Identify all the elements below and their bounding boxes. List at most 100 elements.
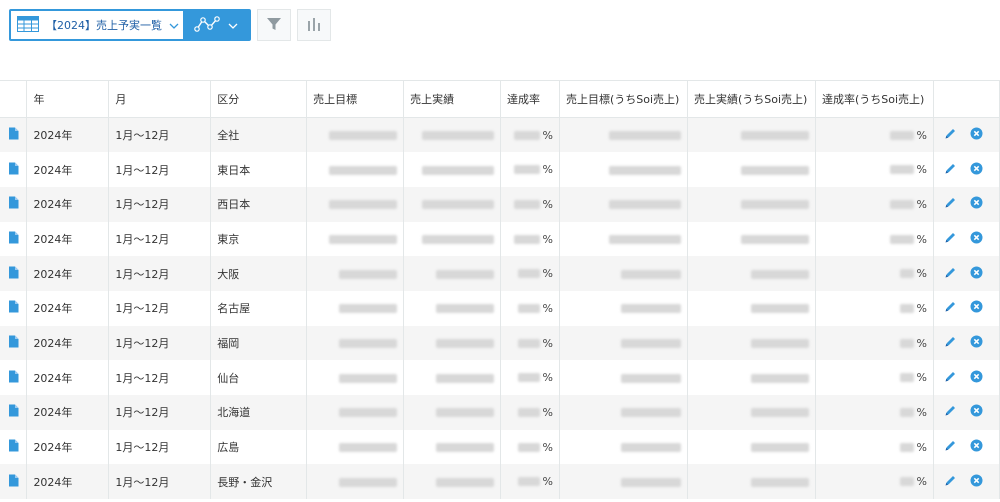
- cell-sales-actual: [403, 325, 502, 361]
- header-cell[interactable]: 達成率: [500, 80, 560, 118]
- cell-soi-achievement-rate: %: [815, 117, 934, 153]
- row-actions: [933, 256, 1000, 291]
- filter-icon: [266, 16, 282, 35]
- record-detail-link[interactable]: [0, 325, 28, 361]
- redacted-value: [899, 373, 914, 383]
- graph-settings-button[interactable]: [297, 9, 331, 41]
- row-actions: [933, 360, 1000, 395]
- record-detail-link[interactable]: [0, 186, 28, 222]
- filter-button[interactable]: [257, 9, 291, 41]
- cell-sales-actual: [403, 290, 502, 326]
- table-row[interactable]: 2024年 1月～12月 東京%%: [0, 221, 1000, 257]
- redacted-value: [339, 373, 398, 383]
- delete-icon[interactable]: [970, 231, 983, 247]
- edit-icon[interactable]: [944, 162, 957, 178]
- delete-icon[interactable]: [970, 335, 983, 351]
- delete-icon[interactable]: [970, 266, 983, 282]
- table-row[interactable]: 2024年 1月～12月 東日本%%: [0, 152, 1000, 187]
- cell-month: 1月～12月: [108, 256, 212, 291]
- cell-sales-actual: [403, 464, 502, 500]
- record-detail-link[interactable]: [0, 256, 28, 291]
- redacted-value: [517, 269, 540, 279]
- edit-icon[interactable]: [944, 266, 957, 282]
- edit-icon[interactable]: [944, 335, 957, 351]
- cell-year: 2024年: [26, 464, 110, 500]
- redacted-value: [339, 443, 398, 453]
- percent-sign: %: [542, 336, 553, 350]
- delete-icon[interactable]: [970, 439, 983, 455]
- percent-sign: %: [542, 475, 553, 489]
- redacted-value: [750, 408, 809, 418]
- redacted-value: [517, 373, 540, 383]
- record-detail-link[interactable]: [0, 395, 28, 430]
- header-cell[interactable]: 区分: [210, 80, 308, 118]
- cell-achievement-rate: %: [500, 117, 560, 153]
- table-header-row: 年 月 区分 売上目標 売上実績 達成率 売上目標(うちSoi売上) 売上実績(…: [0, 80, 1000, 118]
- edit-icon[interactable]: [944, 474, 957, 490]
- table-row[interactable]: 2024年 1月～12月 大阪%%: [0, 256, 1000, 291]
- cell-month: 1月～12月: [108, 117, 212, 153]
- cell-sales-target: [306, 117, 405, 153]
- table-row[interactable]: 2024年 1月～12月 全社%%: [0, 117, 1000, 153]
- table-row[interactable]: 2024年 1月～12月 広島%%: [0, 429, 1000, 465]
- delete-icon[interactable]: [970, 196, 983, 212]
- table-row[interactable]: 2024年 1月～12月 北海道%%: [0, 395, 1000, 430]
- document-icon: [8, 404, 19, 420]
- record-detail-link[interactable]: [0, 221, 28, 257]
- edit-icon[interactable]: [944, 439, 957, 455]
- edit-icon[interactable]: [944, 127, 957, 143]
- header-cell[interactable]: 売上実績(うちSoi売上): [687, 80, 816, 118]
- cell-soi-sales-actual: [687, 325, 816, 361]
- header-cell[interactable]: 売上目標: [306, 80, 405, 118]
- graph-dropdown[interactable]: [185, 9, 251, 41]
- cell-month: 1月～12月: [108, 152, 212, 187]
- table-row[interactable]: 2024年 1月～12月 福岡%%: [0, 325, 1000, 361]
- percent-sign: %: [542, 267, 553, 281]
- redacted-value: [422, 234, 495, 244]
- header-cell[interactable]: 達成率(うちSoi売上): [815, 80, 934, 118]
- cell-soi-sales-actual: [687, 221, 816, 257]
- percent-sign: %: [916, 406, 927, 420]
- row-actions: [933, 464, 1000, 500]
- table-row[interactable]: 2024年 1月～12月 名古屋%%: [0, 290, 1000, 326]
- redacted-value: [436, 304, 495, 314]
- percent-sign: %: [916, 475, 927, 489]
- record-detail-link[interactable]: [0, 429, 28, 465]
- delete-icon[interactable]: [970, 474, 983, 490]
- table-row[interactable]: 2024年 1月～12月 長野・金沢%%: [0, 464, 1000, 500]
- delete-icon[interactable]: [970, 127, 983, 143]
- record-detail-link[interactable]: [0, 464, 28, 500]
- header-cell[interactable]: 年: [26, 80, 110, 118]
- record-detail-link[interactable]: [0, 117, 28, 153]
- delete-icon[interactable]: [970, 370, 983, 386]
- header-cell[interactable]: 売上実績: [403, 80, 502, 118]
- record-detail-link[interactable]: [0, 152, 28, 187]
- delete-icon[interactable]: [970, 404, 983, 420]
- delete-icon[interactable]: [970, 162, 983, 178]
- cell-soi-achievement-rate: %: [815, 221, 934, 257]
- redacted-value: [899, 338, 914, 348]
- table-row[interactable]: 2024年 1月～12月 西日本%%: [0, 186, 1000, 222]
- cell-division: 北海道: [210, 395, 308, 430]
- edit-icon[interactable]: [944, 300, 957, 316]
- table-row[interactable]: 2024年 1月～12月 仙台%%: [0, 360, 1000, 395]
- cell-sales-target: [306, 395, 405, 430]
- header-cell[interactable]: 月: [108, 80, 212, 118]
- document-icon: [8, 266, 19, 282]
- view-dropdown[interactable]: 【2024】売上予実一覧: [11, 11, 183, 39]
- cell-soi-sales-target: [559, 221, 688, 257]
- edit-icon[interactable]: [944, 370, 957, 386]
- edit-icon[interactable]: [944, 404, 957, 420]
- redacted-value: [436, 269, 495, 279]
- record-detail-link[interactable]: [0, 290, 28, 326]
- redacted-value: [329, 131, 398, 141]
- document-icon: [8, 231, 19, 247]
- redacted-value: [517, 304, 540, 314]
- redacted-value: [889, 199, 914, 209]
- edit-icon[interactable]: [944, 231, 957, 247]
- redacted-value: [422, 165, 495, 175]
- delete-icon[interactable]: [970, 300, 983, 316]
- edit-icon[interactable]: [944, 196, 957, 212]
- record-detail-link[interactable]: [0, 360, 28, 395]
- header-cell[interactable]: 売上目標(うちSoi売上): [559, 80, 688, 118]
